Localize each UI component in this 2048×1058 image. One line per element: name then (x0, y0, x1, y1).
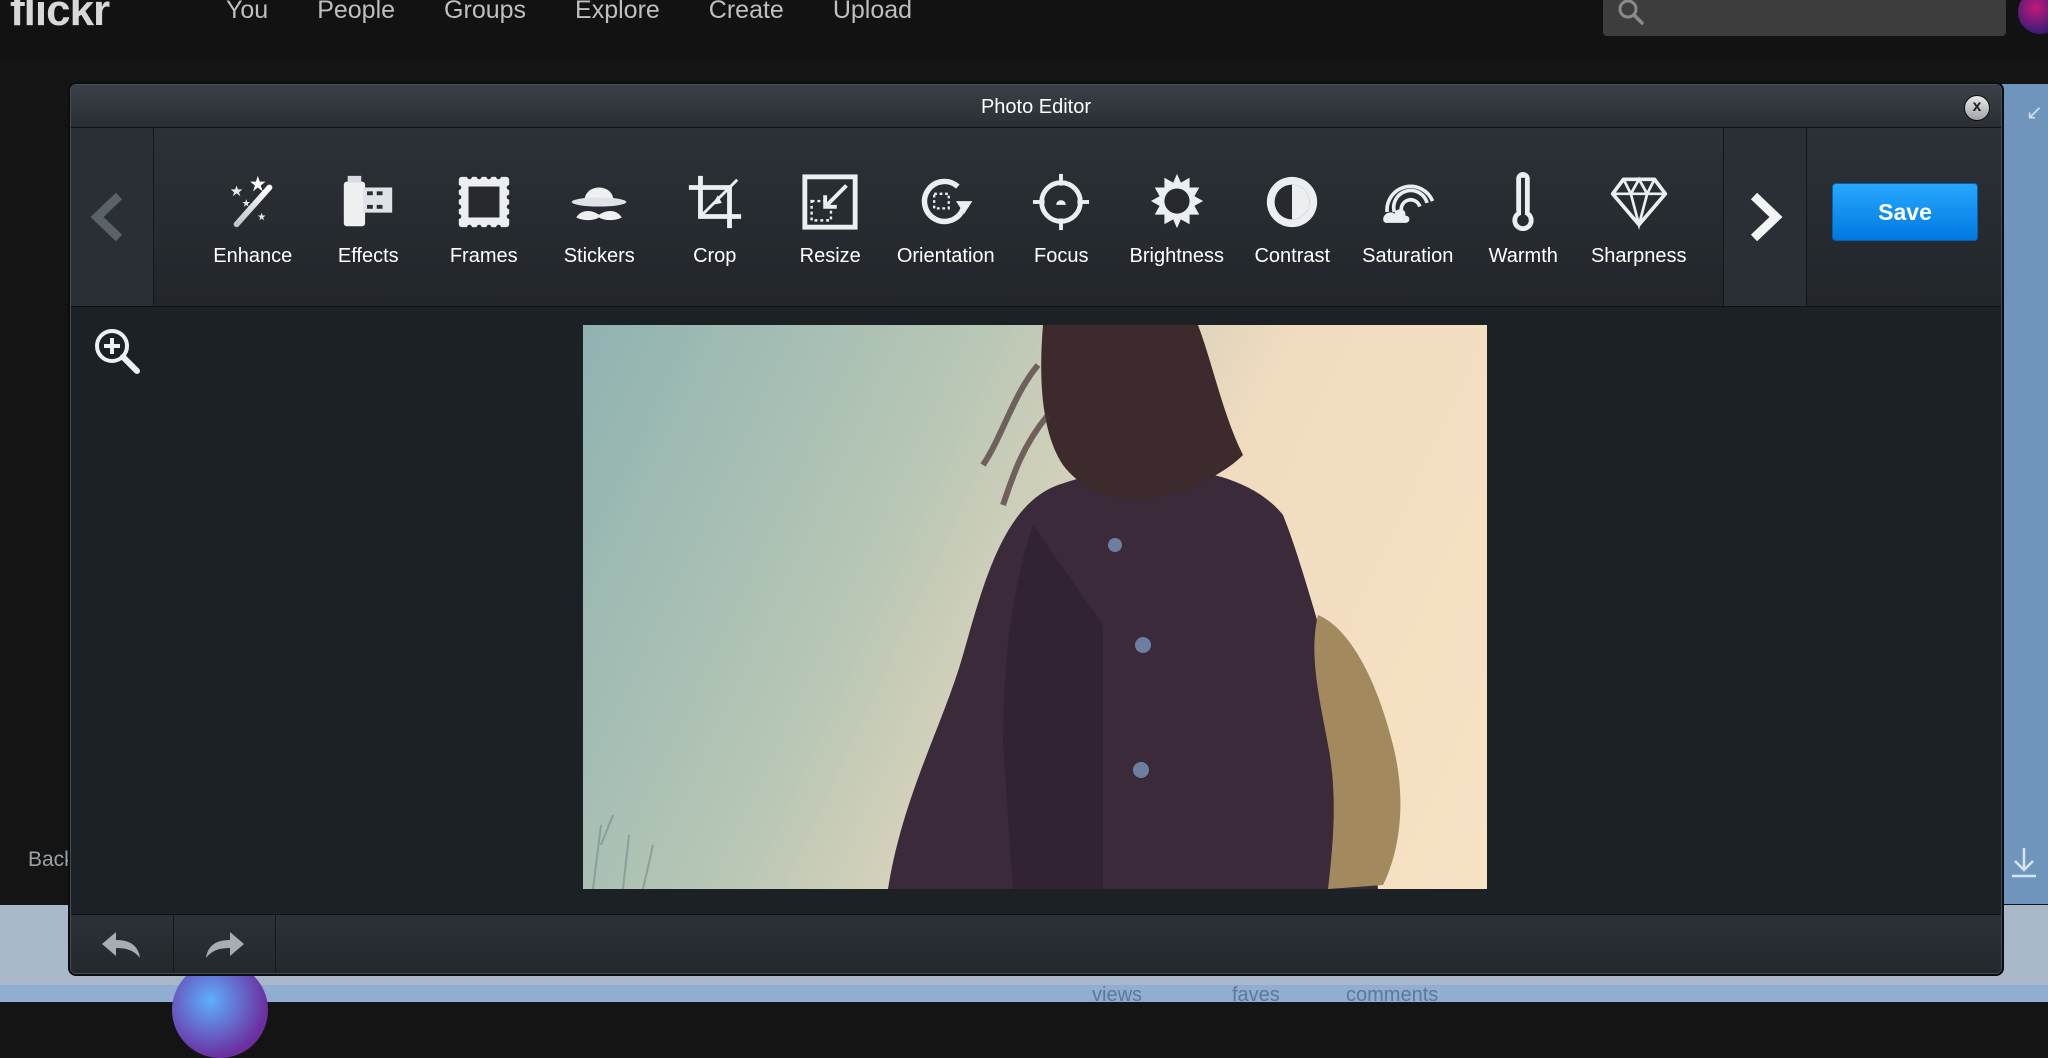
site-search-input[interactable] (1603, 0, 2006, 36)
tool-label: Contrast (1254, 245, 1331, 267)
minimize-arrow-icon[interactable]: ↙ (2026, 100, 2043, 125)
tools-prev-button[interactable] (71, 128, 154, 306)
thermometer-icon (1512, 172, 1534, 232)
tool-label: Stickers (563, 245, 635, 267)
photo-image (592, 325, 1401, 889)
tool-crop[interactable]: Crop (657, 172, 773, 268)
crosshair-icon (1033, 173, 1090, 231)
tool-stickers[interactable]: Stickers (542, 172, 658, 268)
tool-label: Resize (799, 245, 861, 267)
nav-people[interactable]: People (317, 0, 395, 25)
nav-upload[interactable]: Upload (833, 0, 912, 25)
editor-toolbar: Enhance Effects Frames Stickers Crop Res… (71, 128, 2001, 307)
flickr-logo[interactable]: flickr (10, 0, 110, 36)
tool-frames[interactable]: Frames (426, 172, 542, 268)
diamond-icon (1610, 176, 1667, 231)
tool-saturation[interactable]: Saturation (1350, 172, 1466, 268)
tool-sharpness[interactable]: Sharpness (1581, 172, 1697, 268)
close-icon: x (1972, 98, 1982, 115)
download-icon[interactable] (2004, 842, 2044, 882)
tool-label: Brightness (1129, 245, 1225, 267)
user-avatar[interactable] (2018, 0, 2048, 34)
nav-create[interactable]: Create (709, 0, 784, 25)
chevron-left-icon (90, 192, 123, 242)
nav-explore[interactable]: Explore (575, 0, 660, 25)
tool-label: Frames (449, 245, 518, 267)
tools-next-button[interactable] (1723, 128, 1807, 306)
tool-enhance[interactable]: Enhance (195, 172, 311, 268)
tool-effects[interactable]: Effects (311, 172, 427, 268)
tool-brightness[interactable]: Brightness (1119, 172, 1235, 268)
tool-label: Sharpness (1590, 245, 1687, 267)
undo-button[interactable] (71, 915, 174, 973)
film-icon (344, 175, 393, 227)
tool-warmth[interactable]: Warmth (1466, 172, 1582, 268)
frame-icon (456, 174, 512, 230)
stat-views: views (1092, 984, 1143, 1006)
editor-canvas (71, 307, 2001, 913)
tool-label: Effects (337, 245, 399, 267)
editor-history-bar (71, 914, 2001, 973)
resize-icon (802, 174, 858, 230)
save-button[interactable]: Save (1832, 183, 1978, 241)
hat-mustache-icon (571, 187, 627, 221)
redo-icon (206, 931, 244, 958)
chevron-right-icon (1750, 192, 1783, 242)
rotate-icon (921, 178, 973, 225)
close-button[interactable]: x (1964, 95, 1990, 121)
tool-label: Saturation (1362, 245, 1454, 267)
photo-editor-dialog: Photo Editor x Enhance Effects Frames St… (70, 84, 2002, 974)
page-side-strip (2002, 84, 2048, 904)
editor-title: Photo Editor (980, 96, 1092, 118)
search-icon (1618, 0, 1644, 25)
owner-avatar[interactable] (172, 962, 268, 1058)
nav-groups[interactable]: Groups (444, 0, 526, 25)
contrast-icon (1267, 176, 1318, 228)
crop-icon (688, 175, 741, 229)
zoom-in-icon[interactable] (91, 325, 145, 379)
magic-wand-icon (230, 175, 273, 228)
tool-label: Enhance (213, 245, 293, 267)
undo-icon (102, 931, 140, 958)
tool-label: Focus (1034, 245, 1089, 267)
tool-focus[interactable]: Focus (1004, 172, 1120, 268)
tool-orientation[interactable]: Orientation (888, 172, 1004, 268)
tool-label: Crop (693, 245, 737, 267)
tool-label: Orientation (896, 245, 995, 267)
nav-you[interactable]: You (226, 0, 268, 25)
tool-resize[interactable]: Resize (773, 172, 889, 268)
site-header: flickr You People Groups Explore Create … (0, 0, 2048, 60)
main-nav: You People Groups Explore Create Upload (226, 0, 961, 25)
sun-icon (1150, 173, 1203, 229)
rainbow-cloud-icon (1382, 184, 1434, 223)
back-link[interactable]: Back (28, 848, 75, 872)
tool-list: Enhance Effects Frames Stickers Crop Res… (195, 172, 1697, 268)
stat-faves: faves (1232, 984, 1280, 1006)
editor-title-bar: Photo Editor x (71, 85, 2001, 128)
photo-preview[interactable] (583, 325, 1487, 889)
tool-label: Warmth (1488, 245, 1558, 267)
redo-button[interactable] (173, 915, 276, 973)
tool-contrast[interactable]: Contrast (1235, 172, 1351, 268)
stat-comments: comments (1346, 984, 1439, 1006)
